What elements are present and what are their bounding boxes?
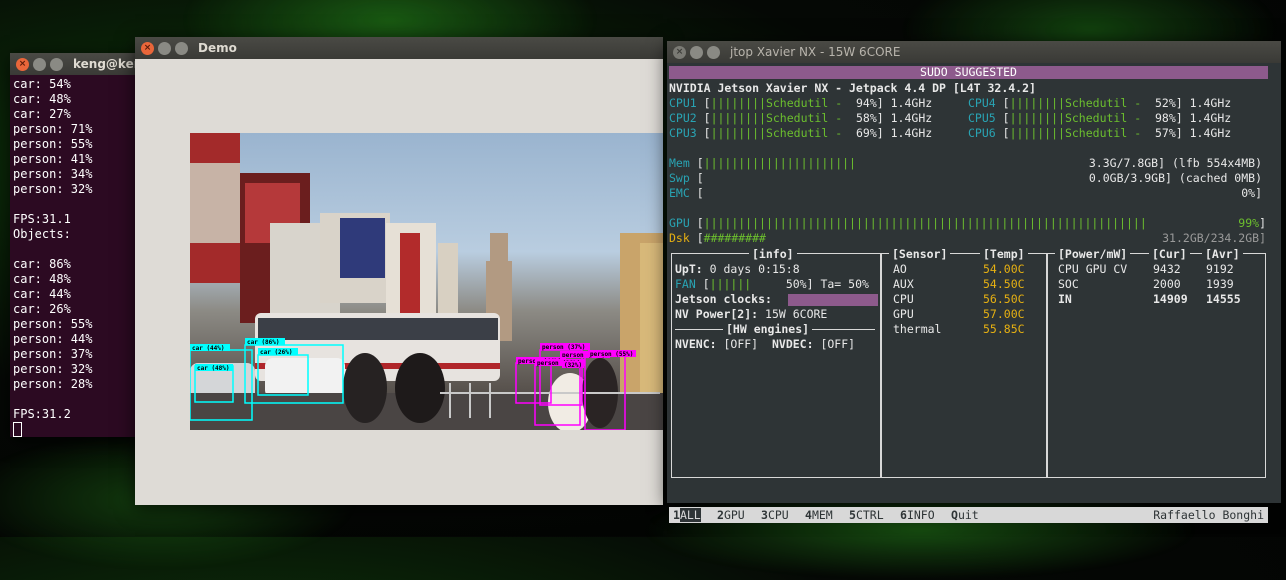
cpu-row-2: CPU2 [||||||||Schedutil - 58%] 1.4GHz (669, 111, 933, 125)
menu-item-uit[interactable]: Quit (951, 507, 979, 523)
sensor-temp: 54.00C (983, 262, 1025, 276)
demo-title: Demo (198, 41, 237, 55)
author-credit: Raffaello Bonghi (1153, 508, 1264, 522)
emc-row: EMC [ (669, 186, 704, 200)
sensor-temp: 56.50C (983, 292, 1025, 306)
power-name: SOC (1058, 277, 1079, 291)
close-icon[interactable]: × (673, 45, 686, 59)
menu-item-info[interactable]: 6INFO (900, 507, 935, 523)
cpu-row-4: CPU4 [||||||||Schedutil - 52%] 1.4GHz (968, 96, 1232, 110)
sensor-row: GPU (893, 307, 914, 321)
swp-row: Swp [ (669, 171, 704, 185)
temp-title: [Temp] (980, 247, 1028, 262)
minimize-icon[interactable] (33, 57, 46, 71)
info-title: [info] (749, 247, 797, 262)
demo-window[interactable]: × Demo car (44%) car (86%) car (26%) car… (135, 37, 663, 505)
sensor-temp: 54.50C (983, 277, 1025, 291)
minimize-icon[interactable] (690, 45, 703, 59)
avr-title: [Avr] (1202, 247, 1243, 262)
sensor-row: thermal (893, 322, 942, 336)
swp-value: 0.0GB/3.9GB] (cached 0MB) (1088, 171, 1262, 185)
power-avr: 14555 (1206, 292, 1241, 306)
jtop-console[interactable]: SUDO SUGGESTED NVIDIA Jetson Xavier NX -… (667, 63, 1281, 523)
mem-row: Mem [|||||||||||||||||||||| (669, 156, 856, 170)
nvpower-row: NV Power[2]: 15W 6CORE (675, 307, 828, 321)
close-icon[interactable]: × (141, 41, 154, 55)
hw-title: [HW engines] (723, 322, 813, 337)
board-info: NVIDIA Jetson Xavier NX - Jetpack 4.4 DP… (669, 81, 1036, 95)
close-icon[interactable]: × (16, 57, 29, 71)
gpu-row: GPU [|||||||||||||||||||||||||||||||||||… (669, 216, 1147, 230)
cpu-row-3: CPU3 [||||||||Schedutil - 69%] 1.4GHz (669, 126, 933, 140)
jtop-window[interactable]: × jtop Xavier NX - 15W 6CORE SUDO SUGGES… (667, 41, 1281, 523)
sensor-row: AUX (893, 277, 914, 291)
power-cur: 9432 (1153, 262, 1181, 276)
detection-label: person (55%) (590, 351, 633, 358)
cpu-row-5: CPU5 [||||||||Schedutil - 98%] 1.4GHz (968, 111, 1232, 125)
detection-label: car (44%) (192, 345, 225, 352)
dsk-row: Dsk [######### (669, 231, 766, 245)
dsk-value: 31.2GB/234.2GB] (1162, 231, 1266, 245)
detection-label: person (37%) (542, 344, 585, 351)
sudo-banner: SUDO SUGGESTED (669, 66, 1268, 79)
fan-row: FAN [|||||| 50%] Ta= 50% (675, 277, 869, 291)
power-name: IN (1058, 292, 1072, 306)
power-avr: 1939 (1206, 277, 1234, 291)
maximize-icon[interactable] (50, 57, 63, 71)
emc-value: 0%] (1241, 186, 1262, 200)
cpu-row-6: CPU6 [||||||||Schedutil - 57%] 1.4GHz (968, 126, 1232, 140)
power-cur: 14909 (1153, 292, 1188, 306)
power-title: [Power/mW] (1055, 247, 1131, 262)
clocks-bar (788, 294, 878, 306)
jtop-titlebar[interactable]: × jtop Xavier NX - 15W 6CORE (667, 41, 1281, 63)
sensor-temp: 57.00C (983, 307, 1025, 321)
terminal-title: keng@ken (73, 57, 143, 71)
menu-item-mem[interactable]: 4MEM (805, 507, 833, 523)
hw-row: NVENC: [OFF] NVDEC: [OFF] (675, 337, 856, 351)
mem-value: 3.3G/7.8GB] (lfb 554x4MB) (1088, 156, 1262, 170)
menu-item-all[interactable]: 1ALL (673, 507, 701, 523)
cur-title: [Cur] (1149, 247, 1190, 262)
cpu-row-1: CPU1 [||||||||Schedutil - 94%] 1.4GHz (669, 96, 933, 110)
sensor-row: AO (893, 262, 907, 276)
menu-item-cpu[interactable]: 3CPU (761, 507, 789, 523)
minimize-icon[interactable] (158, 41, 171, 55)
menu-item-gpu[interactable]: 2GPU (717, 507, 745, 523)
clocks-label: Jetson clocks: (675, 292, 772, 306)
jtop-menubar: Raffaello Bonghi 1ALL 2GPU 3CPU 4MEM 5CTRL 6I… (669, 507, 1268, 523)
power-cur: 2000 (1153, 277, 1181, 291)
detection-label: car (26%) (260, 349, 293, 356)
power-name: CPU GPU CV (1058, 262, 1128, 276)
street-scene: car (44%) car (86%) car (26%) car (48%) … (190, 133, 663, 430)
demo-titlebar[interactable]: × Demo (135, 37, 663, 59)
detection-label: (32%) (564, 362, 582, 369)
maximize-icon[interactable] (175, 41, 188, 55)
jtop-title: jtop Xavier NX - 15W 6CORE (730, 45, 901, 59)
sensor-title: [Sensor] (889, 247, 951, 262)
sensor-row: CPU (893, 292, 914, 306)
video-frame: car (44%) car (86%) car (26%) car (48%) … (190, 133, 663, 430)
maximize-icon[interactable] (707, 45, 720, 59)
uptime-row: UpT: 0 days 0:15:8 (675, 262, 800, 276)
gpu-value: 99%] (1222, 216, 1266, 231)
menu-item-ctrl[interactable]: 5CTRL (849, 507, 884, 523)
power-avr: 9192 (1206, 262, 1234, 276)
detection-label: car (48%) (197, 365, 230, 372)
detection-label: car (86%) (247, 339, 280, 346)
sensor-temp: 55.85C (983, 322, 1025, 336)
terminal-cursor (13, 422, 22, 437)
